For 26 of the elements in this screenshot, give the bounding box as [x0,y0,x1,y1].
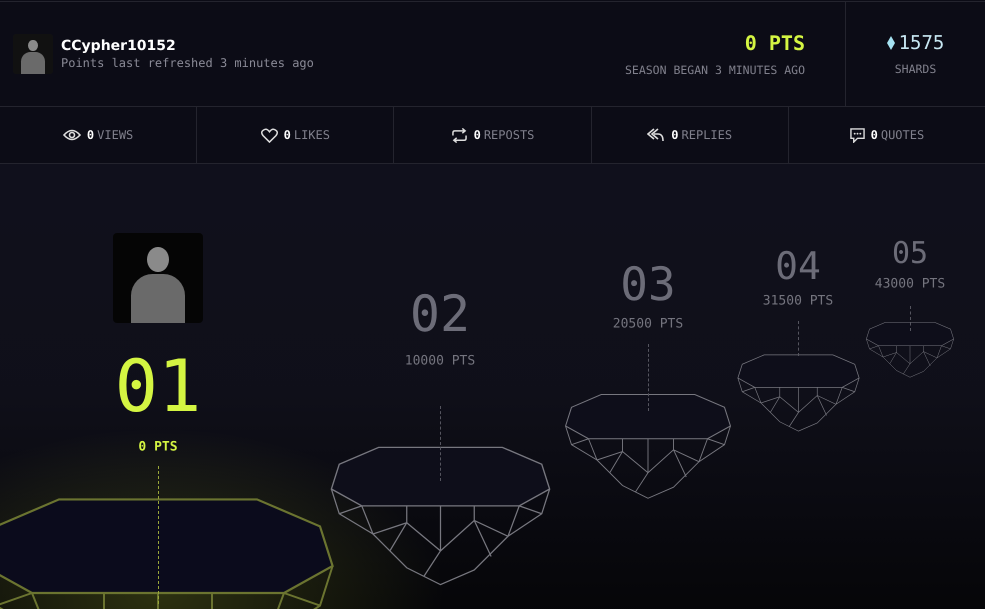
shards-label: SHARDS [894,62,936,76]
stat-count: 0 [474,128,481,142]
stat-count: 0 [870,128,878,142]
season-points: 0 PTS [744,31,805,55]
season-note: SEASON BEGAN 3 MINUTES AGO [624,63,805,77]
shards-count: 1575 [898,32,944,54]
level-points: 0 PTS [138,440,178,454]
stat-label: VIEWS [97,128,134,142]
stat-count: 0 [284,128,291,142]
stat-count: 0 [86,128,94,142]
level-number: 02 [410,289,470,339]
refresh-note: Points last refreshed 3 minutes ago [61,56,314,70]
level-points: 31500 PTS [762,294,834,308]
stat-label: LIKES [294,128,330,142]
level-points: 20500 PTS [612,316,684,332]
level-number: 03 [620,261,676,307]
level-number: 04 [775,247,821,285]
level-points: 43000 PTS [874,276,946,292]
stat-label: QUOTES [880,128,924,142]
level-number: 01 [114,350,202,422]
stat-label: REPOSTS [484,128,534,142]
stat-count: 0 [671,128,679,142]
username: CCypher10152 [61,38,177,54]
level-points: 10000 PTS [404,354,476,368]
stat-label: REPLIES [682,128,732,142]
level-number: 05 [892,239,928,269]
